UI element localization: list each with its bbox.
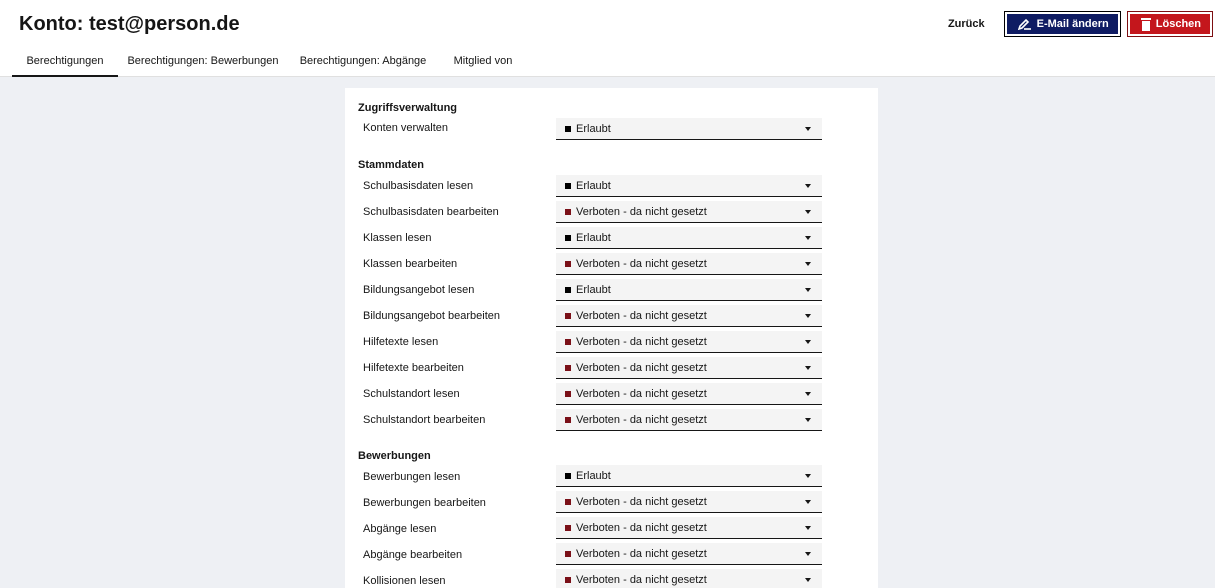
permission-select[interactable]: Verboten - da nicht gesetzt [556, 253, 822, 275]
chevron-down-icon [805, 314, 811, 318]
status-swatch [565, 577, 571, 583]
row-label: Schulstandort bearbeiten [363, 414, 486, 426]
chevron-down-icon [805, 127, 811, 131]
select-value: Verboten - da nicht gesetzt [576, 206, 707, 218]
permission-select[interactable]: Verboten - da nicht gesetzt [556, 357, 822, 379]
select-value: Verboten - da nicht gesetzt [576, 388, 707, 400]
tab-mitglied-von[interactable]: Mitglied von [438, 46, 528, 77]
trash-icon [1140, 17, 1151, 31]
status-swatch [565, 183, 571, 189]
tab-berechtigungen-abgaenge[interactable]: Berechtigungen: Abgänge [288, 46, 438, 77]
select-value: Erlaubt [576, 470, 611, 482]
chevron-down-icon [805, 526, 811, 530]
status-swatch [565, 313, 571, 319]
section-title: Stammdaten [358, 159, 425, 171]
select-value: Verboten - da nicht gesetzt [576, 414, 707, 426]
row-label: Bildungsangebot lesen [363, 284, 475, 296]
permission-select[interactable]: Verboten - da nicht gesetzt [556, 543, 822, 565]
row-label: Klassen bearbeiten [363, 258, 458, 270]
row-label: Schulbasisdaten bearbeiten [363, 206, 499, 218]
chevron-down-icon [805, 340, 811, 344]
section-title: Zugriffsverwaltung [358, 102, 458, 114]
row-label: Kollisionen lesen [363, 575, 446, 587]
row-label: Hilfetexte bearbeiten [363, 362, 464, 374]
row-label: Bildungsangebot bearbeiten [363, 310, 501, 322]
status-swatch [565, 287, 571, 293]
permission-select[interactable]: Verboten - da nicht gesetzt [556, 305, 822, 327]
tab-berechtigungen[interactable]: Berechtigungen [12, 46, 118, 77]
status-swatch [565, 551, 571, 557]
select-value: Erlaubt [576, 123, 611, 135]
status-swatch [565, 499, 571, 505]
permission-select[interactable]: Verboten - da nicht gesetzt [556, 569, 822, 588]
row-label: Abgänge lesen [363, 523, 437, 535]
tab-berechtigungen-bewerbungen[interactable]: Berechtigungen: Bewerbungen [118, 46, 288, 77]
chevron-down-icon [805, 236, 811, 240]
row-label: Konten verwalten [363, 122, 448, 134]
status-swatch [565, 525, 571, 531]
permission-select[interactable]: Erlaubt [556, 175, 822, 197]
select-value: Verboten - da nicht gesetzt [576, 522, 707, 534]
chevron-down-icon [805, 392, 811, 396]
select-value: Verboten - da nicht gesetzt [576, 548, 707, 560]
back-link[interactable]: Zurück [948, 18, 985, 30]
row-label: Schulstandort lesen [363, 388, 460, 400]
row-label: Hilfetexte lesen [363, 336, 439, 348]
chevron-down-icon [805, 578, 811, 582]
status-swatch [565, 209, 571, 215]
chevron-down-icon [805, 288, 811, 292]
select-value: Verboten - da nicht gesetzt [576, 336, 707, 348]
delete-button[interactable]: Löschen [1126, 11, 1214, 37]
page-title: Konto: test@person.de [19, 13, 240, 35]
tab-bar: Berechtigungen Berechtigungen: Bewerbung… [12, 46, 528, 77]
status-swatch [565, 365, 571, 371]
row-label: Klassen lesen [363, 232, 432, 244]
chevron-down-icon [805, 474, 811, 478]
permission-select[interactable]: Verboten - da nicht gesetzt [556, 383, 822, 405]
select-value: Erlaubt [576, 180, 611, 192]
chevron-down-icon [805, 552, 811, 556]
chevron-down-icon [805, 418, 811, 422]
row-label: Bewerbungen lesen [363, 471, 461, 483]
chevron-down-icon [805, 500, 811, 504]
permission-select[interactable]: Erlaubt [556, 227, 822, 249]
status-swatch [565, 339, 571, 345]
row-label: Bewerbungen bearbeiten [363, 497, 486, 509]
permissions-card: Zugriffsverwaltung Konten verwalten Erla… [345, 88, 878, 588]
select-value: Verboten - da nicht gesetzt [576, 258, 707, 270]
header-actions: Zurück E-Mail ändern Löschen [948, 11, 1214, 37]
status-swatch [565, 391, 571, 397]
status-swatch [565, 261, 571, 267]
permission-select[interactable]: Erlaubt [556, 118, 822, 140]
edit-email-label: E-Mail ändern [1036, 18, 1109, 30]
chevron-down-icon [805, 366, 811, 370]
chevron-down-icon [805, 184, 811, 188]
permission-select[interactable]: Erlaubt [556, 465, 822, 487]
permission-select[interactable]: Verboten - da nicht gesetzt [556, 201, 822, 223]
permission-select[interactable]: Verboten - da nicht gesetzt [556, 491, 822, 513]
top-bar: Konto: test@person.de Zurück E-Mail ände… [0, 0, 1215, 77]
chevron-down-icon [805, 210, 811, 214]
select-value: Verboten - da nicht gesetzt [576, 574, 707, 586]
delete-label: Löschen [1155, 18, 1201, 30]
status-swatch [565, 126, 571, 132]
edit-email-button[interactable]: E-Mail ändern [1003, 11, 1121, 37]
chevron-down-icon [805, 262, 811, 266]
status-swatch [565, 417, 571, 423]
permission-select[interactable]: Verboten - da nicht gesetzt [556, 331, 822, 353]
permission-select[interactable]: Erlaubt [556, 279, 822, 301]
section-title: Bewerbungen [358, 450, 431, 462]
pencil-icon [1017, 18, 1031, 30]
select-value: Erlaubt [576, 232, 611, 244]
permission-select[interactable]: Verboten - da nicht gesetzt [556, 409, 822, 431]
row-label: Abgänge bearbeiten [363, 549, 463, 561]
select-value: Verboten - da nicht gesetzt [576, 310, 707, 322]
select-value: Verboten - da nicht gesetzt [576, 362, 707, 374]
permission-select[interactable]: Verboten - da nicht gesetzt [556, 517, 822, 539]
status-swatch [565, 473, 571, 479]
status-swatch [565, 235, 571, 241]
row-label: Schulbasisdaten lesen [363, 180, 474, 192]
select-value: Erlaubt [576, 284, 611, 296]
select-value: Verboten - da nicht gesetzt [576, 496, 707, 508]
